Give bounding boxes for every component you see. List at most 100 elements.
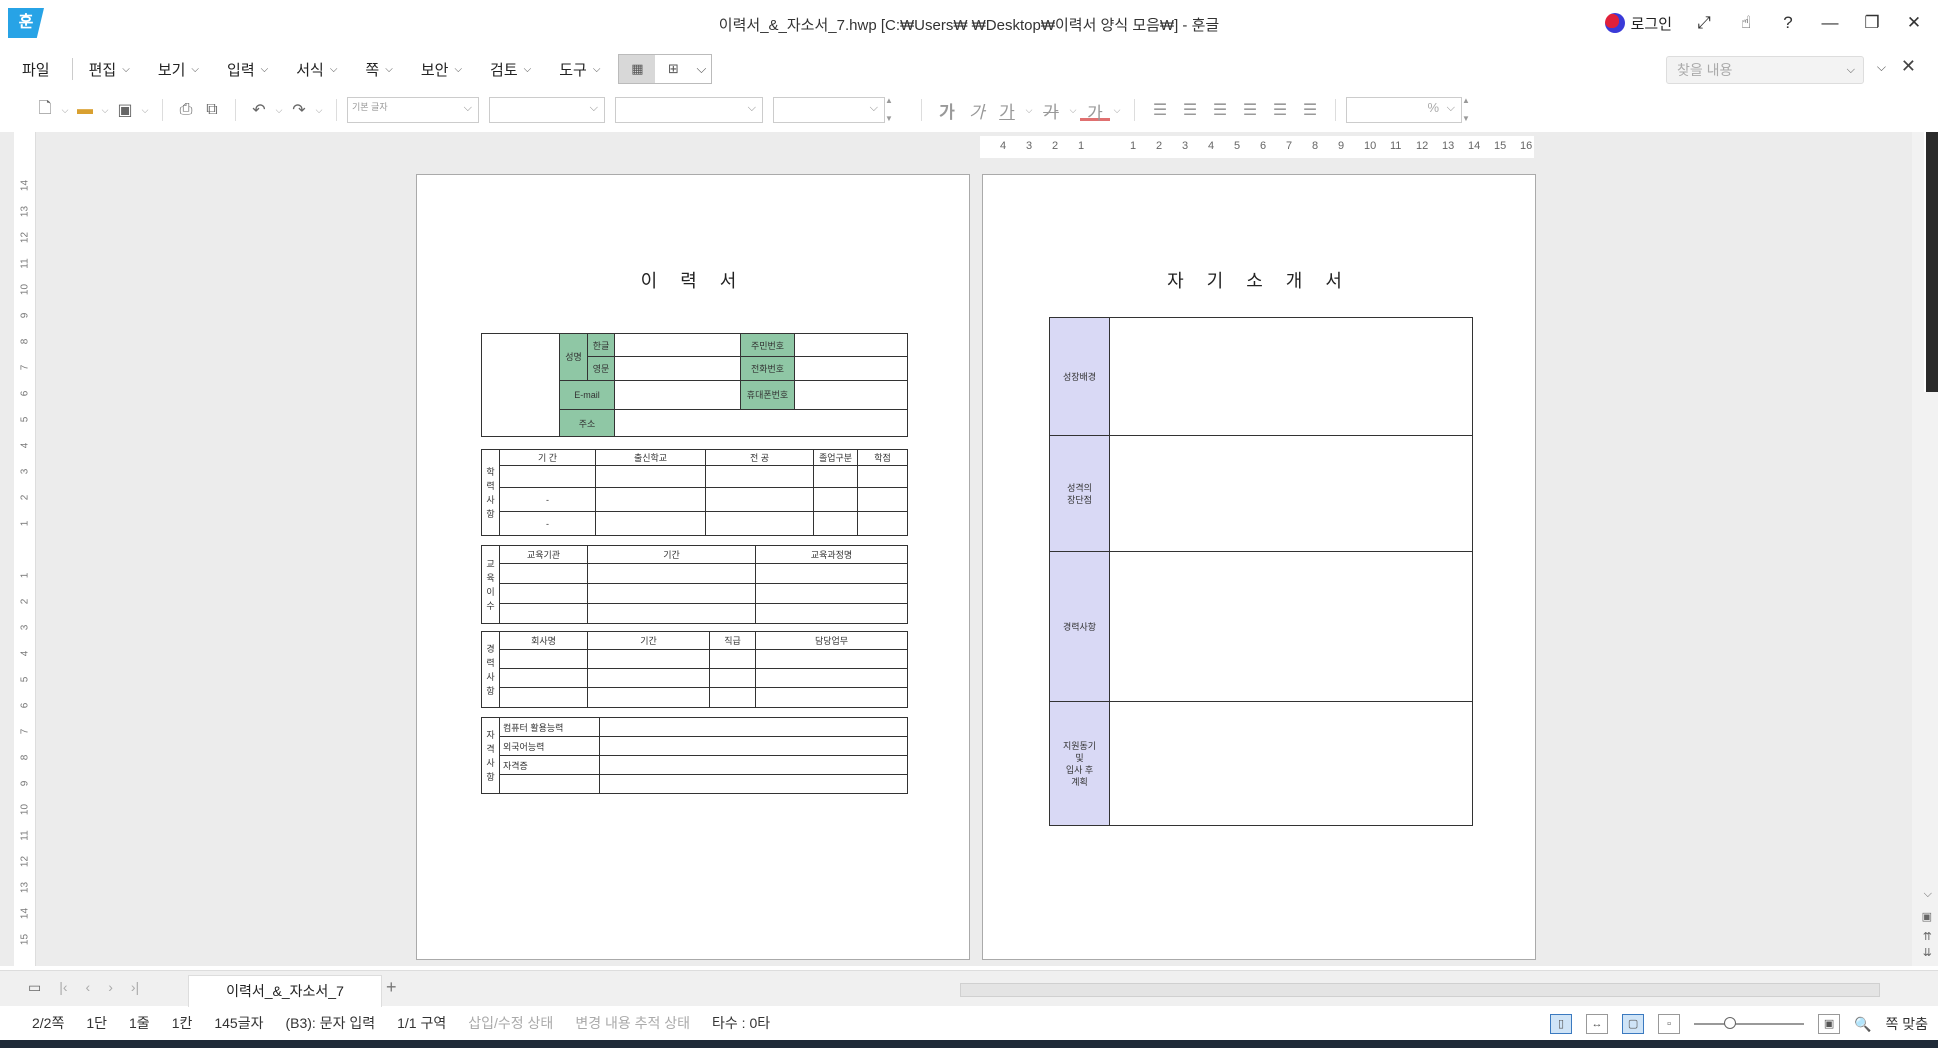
align-justify-icon[interactable]: ☰ — [1145, 100, 1175, 120]
align-center-icon[interactable]: ☰ — [1205, 100, 1235, 120]
table-cell[interactable] — [499, 465, 596, 488]
page-up-icon[interactable]: ⇈ — [1923, 930, 1932, 943]
touch-mode-icon[interactable]: ☝ — [1736, 13, 1756, 33]
email-cell[interactable] — [614, 379, 741, 411]
table-cell[interactable] — [755, 603, 908, 624]
table-cell[interactable] — [813, 511, 858, 536]
first-tab-icon[interactable]: |‹ — [59, 979, 67, 996]
find-input[interactable]: 찾을 내용 ⌵ — [1666, 56, 1864, 84]
align-distribute-icon[interactable]: ☰ — [1265, 100, 1295, 120]
menu-insert[interactable]: 입력 ⌵ — [227, 59, 268, 80]
table-cell[interactable] — [587, 649, 710, 669]
new-document-icon[interactable]: 🗋 — [32, 97, 58, 124]
table-cell[interactable] — [595, 511, 706, 536]
fit-width-icon[interactable]: ↔ — [1586, 1014, 1609, 1034]
chevron-down-icon[interactable]: ⌵ — [272, 105, 286, 116]
style-select[interactable]: 기본 글자 — [347, 97, 479, 123]
table-cell[interactable] — [499, 563, 588, 584]
chevron-down-icon[interactable]: ⌵ — [691, 55, 711, 83]
menu-tools[interactable]: 도구 ⌵ — [559, 59, 600, 80]
search-icon[interactable]: 🔍 — [1854, 1016, 1871, 1033]
table-cell[interactable] — [587, 687, 710, 708]
table-cell[interactable] — [755, 668, 908, 688]
chevron-down-icon[interactable]: ⌵ — [98, 105, 112, 116]
table-layout-icon[interactable]: ⊞ — [655, 55, 691, 83]
chevron-down-icon[interactable]: ⌵ — [138, 105, 152, 116]
zoom-out-icon[interactable]: ▫ — [1658, 1014, 1681, 1034]
line-spacing-select[interactable]: % — [1346, 97, 1462, 123]
minimize-button[interactable]: — — [1820, 13, 1840, 33]
chevron-down-icon[interactable]: ⌵ — [1022, 105, 1036, 116]
english-name-cell[interactable] — [614, 356, 741, 381]
strikethrough-icon[interactable]: 가 — [1036, 98, 1066, 123]
status-insert[interactable]: 삽입/수정 상태 — [468, 1013, 553, 1033]
next-tab-icon[interactable]: › — [108, 979, 113, 996]
table-cell[interactable] — [587, 563, 756, 584]
table-cell[interactable] — [595, 465, 706, 488]
font-select[interactable] — [615, 97, 763, 123]
status-page[interactable]: 2/2쪽 — [32, 1013, 64, 1033]
menu-format[interactable]: 서식 ⌵ — [296, 59, 337, 80]
page-width-view-icon[interactable]: ▯ — [1550, 1014, 1573, 1034]
zoom-in-icon[interactable]: ▣ — [1818, 1014, 1841, 1034]
close-doc-icon[interactable]: ✕ — [1901, 56, 1916, 77]
align-left-icon[interactable]: ☰ — [1175, 100, 1205, 120]
menu-file[interactable]: 파일 — [22, 59, 50, 80]
zoom-slider-knob[interactable] — [1724, 1017, 1737, 1029]
table-cell[interactable] — [857, 511, 908, 536]
table-cell[interactable] — [813, 487, 858, 512]
section-content[interactable] — [1109, 701, 1473, 826]
table-cell[interactable] — [587, 583, 756, 604]
close-button[interactable]: ✕ — [1904, 13, 1924, 33]
align-divide-icon[interactable]: ☰ — [1295, 100, 1325, 120]
table-cell[interactable] — [709, 649, 756, 669]
chevron-down-icon[interactable]: ⌵ — [1110, 105, 1124, 116]
table-cell[interactable] — [587, 603, 756, 624]
table-cell[interactable] — [599, 717, 908, 737]
table-cell[interactable] — [599, 736, 908, 756]
prev-tab-icon[interactable]: ‹ — [86, 979, 91, 996]
hangul-name-cell[interactable] — [614, 332, 741, 358]
full-page-view-icon[interactable]: ▢ — [1622, 1014, 1645, 1034]
language-select[interactable] — [489, 97, 605, 123]
font-size-stepper[interactable]: ▲ ▼ — [885, 97, 899, 123]
table-design-icon[interactable]: ▦ — [619, 55, 656, 83]
phone-cell[interactable] — [794, 356, 908, 381]
table-cell[interactable] — [705, 465, 814, 488]
redo-icon[interactable]: ↷ — [286, 100, 312, 120]
menu-security[interactable]: 보안 ⌵ — [421, 59, 462, 80]
table-cell[interactable] — [709, 668, 756, 688]
chevron-down-icon[interactable]: ⌵ — [58, 105, 72, 116]
page-resume[interactable]: 이 력 서 성명 한글 주민번호 영문 전화번호 E-mail 휴대폰번호 주소… — [416, 174, 970, 960]
menu-edit[interactable]: 편집 ⌵ — [89, 59, 130, 80]
table-cell[interactable] — [755, 563, 908, 584]
status-track[interactable]: 변경 내용 추적 상태 — [575, 1013, 690, 1033]
vertical-ruler[interactable]: 14 13 12 11 10 9 8 7 6 5 4 3 2 1 1 2 3 4 5 6 7 8 9 10 11 12 13 14 15 — [14, 132, 36, 966]
font-color-icon[interactable]: 가 — [1080, 99, 1110, 123]
last-tab-icon[interactable]: ›| — [131, 979, 139, 996]
table-cell[interactable] — [755, 649, 908, 669]
italic-icon[interactable]: 가 — [962, 98, 992, 123]
add-tab-button[interactable]: + — [386, 977, 397, 998]
line-spacing-stepper[interactable]: ▲ ▼ — [1462, 97, 1476, 123]
print-preview-icon[interactable]: ⧉ — [199, 101, 225, 119]
document-workspace[interactable]: 14 13 12 11 10 9 8 7 6 5 4 3 2 1 1 2 3 4 5 6 7 8 9 10 11 12 13 14 15… — [0, 132, 1938, 966]
table-cell[interactable] — [755, 687, 908, 708]
horizontal-ruler[interactable]: 4 3 2 1 1 2 3 4 5 6 7 8 9 10 11 12 13 14 15 16 — [980, 136, 1534, 158]
sheet-icon[interactable]: ▭ — [28, 979, 41, 996]
chevron-down-icon[interactable]: ⌵ — [1847, 57, 1855, 83]
fullscreen-icon[interactable]: ⤢ — [1694, 13, 1714, 33]
page-down-icon[interactable]: ⇊ — [1923, 946, 1932, 959]
table-cell[interactable] — [587, 668, 710, 688]
table-cell[interactable] — [499, 668, 588, 688]
table-cell[interactable] — [755, 583, 908, 604]
table-cell[interactable] — [499, 583, 588, 604]
table-cell[interactable]: - — [499, 487, 596, 512]
document-tab[interactable]: 이력서_&_자소서_7 — [188, 975, 382, 1007]
align-right-icon[interactable]: ☰ — [1235, 100, 1265, 120]
table-cell[interactable] — [709, 687, 756, 708]
print-icon[interactable]: ⎙ — [173, 101, 199, 119]
font-size-select[interactable] — [773, 97, 885, 123]
section-content[interactable] — [1109, 317, 1473, 436]
table-cell[interactable] — [599, 774, 908, 794]
